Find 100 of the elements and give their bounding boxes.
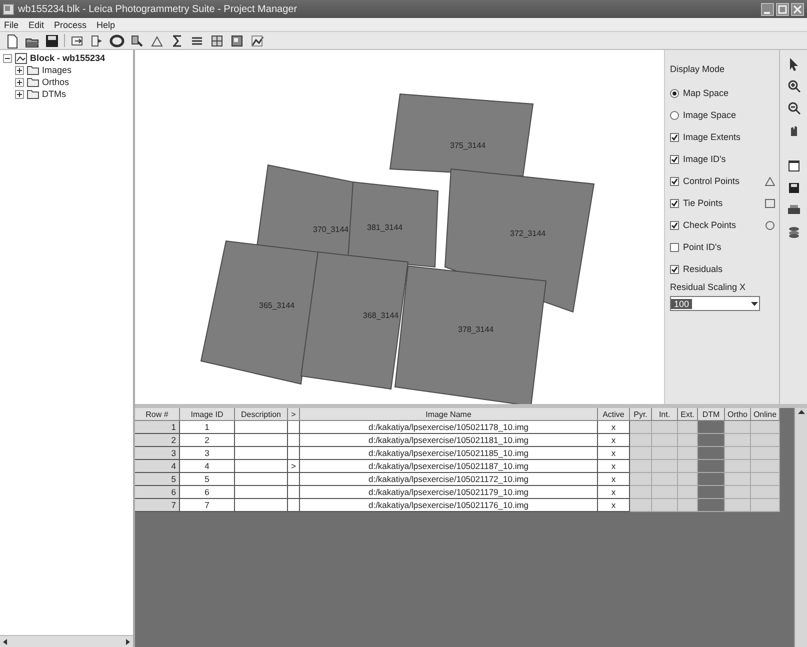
table-cell: x <box>598 486 630 499</box>
table-cell: x <box>598 473 630 486</box>
square-icon <box>765 198 775 208</box>
row-number[interactable]: 1 <box>135 421 180 434</box>
image-id-label: 378_3144 <box>458 325 494 334</box>
expand-icon[interactable] <box>15 66 24 74</box>
column-header[interactable]: DTM <box>698 408 725 421</box>
grid-icon[interactable] <box>209 32 225 48</box>
table-cell: x <box>598 460 630 473</box>
radio-button[interactable] <box>670 88 679 98</box>
column-header[interactable]: Pyr. <box>630 408 652 421</box>
column-header[interactable]: Ext. <box>678 408 698 421</box>
menu-item[interactable]: Process <box>54 20 87 30</box>
window-icon[interactable] <box>786 158 802 174</box>
column-header[interactable]: Description <box>235 408 288 421</box>
radio-button[interactable] <box>670 110 679 120</box>
tree-item[interactable]: DTMs <box>42 89 66 99</box>
table-cell <box>235 421 288 434</box>
close-icon[interactable] <box>791 2 804 16</box>
scroll-up-icon[interactable] <box>796 408 806 417</box>
option-label: Control Points <box>683 176 741 186</box>
checkbox[interactable] <box>670 264 679 274</box>
maximize-icon[interactable] <box>776 2 789 16</box>
checkbox[interactable] <box>670 154 679 164</box>
column-header[interactable]: > <box>288 408 300 421</box>
row-number[interactable]: 4 <box>135 460 180 473</box>
table-cell <box>288 421 300 434</box>
image-id-label: 368_3144 <box>363 311 399 320</box>
table-cell <box>235 460 288 473</box>
column-header[interactable]: Row # <box>135 408 180 421</box>
row-number[interactable]: 6 <box>135 486 180 499</box>
table-cell <box>235 434 288 447</box>
table-cell <box>288 499 300 512</box>
table-cell: d:/kakatiya/lpsexercise/105021181_10.img <box>300 434 598 447</box>
table-cell: 2 <box>180 434 235 447</box>
field-label: Residual Scaling X <box>670 282 747 292</box>
column-header[interactable]: Online <box>751 408 780 421</box>
column-header[interactable]: Image ID <box>180 408 235 421</box>
block-icon <box>15 52 27 64</box>
column-header[interactable]: Int. <box>652 408 678 421</box>
row-number[interactable]: 7 <box>135 499 180 512</box>
table-cell <box>288 473 300 486</box>
row-number[interactable]: 2 <box>135 434 180 447</box>
zoom-out-icon[interactable] <box>786 100 802 116</box>
table-cell: d:/kakatiya/lpsexercise/105021172_10.img <box>300 473 598 486</box>
table-cell: x <box>598 421 630 434</box>
checkbox[interactable] <box>670 176 679 186</box>
app-icon <box>3 4 14 14</box>
minimize-icon[interactable] <box>761 2 774 16</box>
menu-item[interactable]: File <box>4 20 19 30</box>
scaling-dropdown[interactable]: 100 <box>670 296 760 311</box>
table-cell: d:/kakatiya/lpsexercise/105021178_10.img <box>300 421 598 434</box>
table-cell: d:/kakatiya/lpsexercise/105021185_10.img <box>300 447 598 460</box>
save-icon[interactable] <box>44 32 60 48</box>
dropdown-arrow-icon[interactable] <box>750 299 759 308</box>
checkbox[interactable] <box>670 220 679 230</box>
circle-icon <box>765 220 775 230</box>
row-number[interactable]: 5 <box>135 473 180 486</box>
column-header[interactable]: Image Name <box>300 408 598 421</box>
image-footprints-drawing[interactable] <box>200 93 595 404</box>
menu-item[interactable]: Help <box>96 20 116 30</box>
table-cell: 1 <box>180 421 235 434</box>
tree-item[interactable]: Block - wb155234 <box>30 53 106 63</box>
scroll-left-icon[interactable] <box>1 638 9 646</box>
table-cell: x <box>598 499 630 512</box>
image-id-label: 365_3144 <box>259 301 295 310</box>
table-cell <box>235 473 288 486</box>
image-id-label: 375_3144 <box>450 141 486 150</box>
table-cell <box>235 499 288 512</box>
table-cell: d:/kakatiya/lpsexercise/105021176_10.img <box>300 499 598 512</box>
tree-item[interactable]: Orthos <box>42 77 70 87</box>
image-icon[interactable] <box>229 32 245 48</box>
table-cell: > <box>288 460 300 473</box>
row-number[interactable]: 3 <box>135 447 180 460</box>
checkbox[interactable] <box>670 198 679 208</box>
checkbox[interactable] <box>670 242 679 252</box>
checkbox[interactable] <box>670 132 679 142</box>
folder-icon <box>27 77 39 87</box>
menu-item[interactable]: Edit <box>28 20 44 30</box>
table-cell <box>288 486 300 499</box>
column-header[interactable]: Ortho <box>725 408 751 421</box>
option-label: Check Points <box>683 220 738 230</box>
expand-icon[interactable] <box>15 78 24 86</box>
vertical-scrollbar[interactable] <box>794 408 807 647</box>
zoom-in-icon[interactable] <box>786 78 802 94</box>
section-title: Display Mode <box>670 64 726 74</box>
table-cell: 6 <box>180 486 235 499</box>
option-label: Tie Points <box>683 198 724 208</box>
chart-icon[interactable] <box>249 32 265 48</box>
collapse-icon[interactable] <box>3 54 12 62</box>
folder-icon <box>27 89 39 99</box>
expand-icon[interactable] <box>15 90 24 98</box>
horizontal-scrollbar[interactable] <box>0 635 133 647</box>
tree-item[interactable]: Images <box>42 65 72 75</box>
image-id-label: 370_3144 <box>313 225 349 234</box>
triangle-icon <box>765 176 775 186</box>
scroll-right-icon[interactable] <box>124 638 132 646</box>
table-cell <box>235 447 288 460</box>
table-cell <box>235 486 288 499</box>
column-header[interactable]: Active <box>598 408 630 421</box>
